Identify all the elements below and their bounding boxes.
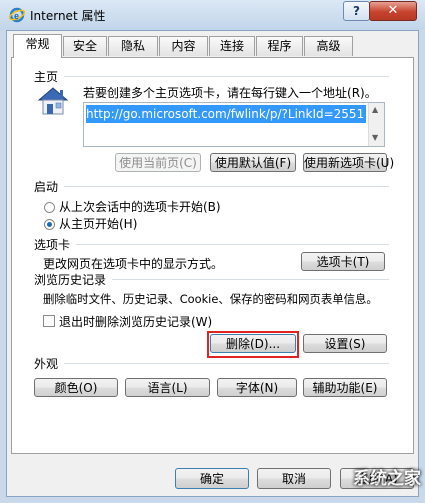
- history-settings-button[interactable]: 设置(S): [303, 334, 387, 353]
- ok-button[interactable]: 确定: [175, 468, 249, 489]
- radio-home-page-label: 从主页开始(H): [59, 217, 138, 231]
- svg-text:e: e: [14, 11, 19, 21]
- radio-home-page[interactable]: [44, 219, 55, 230]
- tab-content[interactable]: 内容: [159, 36, 208, 56]
- url-scrollbar[interactable]: ▲ ▼: [368, 103, 384, 146]
- accessibility-button[interactable]: 辅助功能(E): [303, 378, 387, 397]
- history-section-title: 浏览历史记录: [34, 273, 107, 287]
- close-button[interactable]: ✕: [369, 1, 417, 21]
- startup-section-title: 启动: [34, 180, 59, 194]
- divider: [64, 76, 389, 77]
- tab-advanced[interactable]: 高级: [304, 36, 353, 56]
- home-url-textarea[interactable]: http://go.microsoft.com/fwlink/p/?LinkId…: [83, 102, 385, 147]
- home-description: 若要创建多个主页选项卡，请在每行键入一个地址(R)。: [83, 86, 377, 100]
- use-default-button[interactable]: 使用默认值(F): [210, 153, 296, 172]
- help-button[interactable]: ?: [343, 1, 370, 21]
- divider: [112, 279, 389, 280]
- tab-privacy[interactable]: 隐私: [108, 36, 158, 56]
- window-title: Internet 属性: [30, 9, 106, 23]
- home-section-title: 主页: [34, 70, 59, 84]
- home-url-text: http://go.microsoft.com/fwlink/p/?LinkId…: [86, 105, 367, 123]
- scroll-down-icon[interactable]: ▼: [372, 133, 378, 142]
- tabs-settings-button[interactable]: 选项卡(T): [301, 252, 385, 271]
- highlight-box: [207, 331, 299, 358]
- use-current-button[interactable]: 使用当前页(C): [115, 153, 201, 172]
- history-description: 删除临时文件、历史记录、Cookie、保存的密码和网页表单信息。: [43, 292, 378, 306]
- scroll-up-icon[interactable]: ▲: [372, 105, 378, 114]
- languages-button[interactable]: 语言(L): [125, 378, 210, 397]
- divider: [64, 186, 389, 187]
- delete-on-exit-checkbox[interactable]: [43, 315, 55, 327]
- title-bar[interactable]: e Internet 属性 ? ✕: [0, 0, 425, 30]
- divider: [64, 363, 389, 364]
- colors-button[interactable]: 颜色(O): [34, 378, 118, 397]
- tab-general[interactable]: 常规: [13, 34, 62, 58]
- appearance-section-title: 外观: [34, 357, 59, 371]
- watermark-logo: 系统之家: [353, 469, 421, 489]
- tabs-section-description: 更改网页在选项卡中的显示方式。: [43, 257, 224, 271]
- radio-last-session-label: 从上次会话中的选项卡开始(B): [59, 200, 221, 214]
- tab-programs[interactable]: 程序: [256, 36, 303, 56]
- tab-connections[interactable]: 连接: [209, 36, 255, 56]
- divider: [76, 244, 389, 245]
- radio-last-session[interactable]: [44, 202, 55, 213]
- use-new-tab-button[interactable]: 使用新选项卡(U): [303, 153, 394, 172]
- tabs-section-title: 选项卡: [34, 238, 71, 252]
- ie-icon: e: [9, 7, 25, 23]
- tab-security[interactable]: 安全: [63, 36, 107, 56]
- house-icon: [37, 87, 69, 115]
- fonts-button[interactable]: 字体(N): [217, 378, 297, 397]
- delete-on-exit-label: 退出时删除浏览历史记录(W): [59, 315, 213, 329]
